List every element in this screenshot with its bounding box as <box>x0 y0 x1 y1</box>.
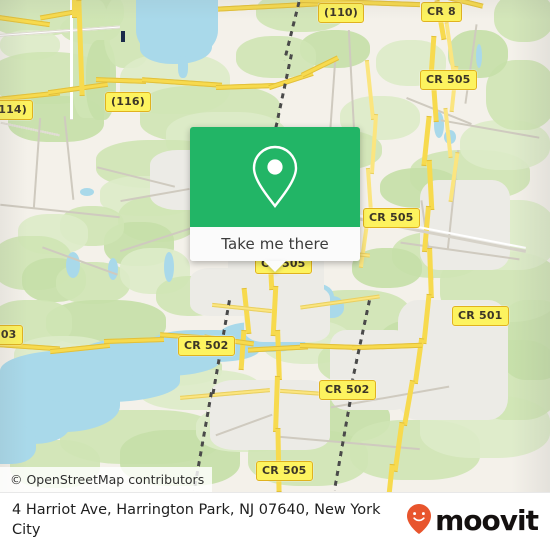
road-shield: CR 505 <box>256 461 313 481</box>
attribution-text: © OpenStreetMap contributors <box>10 472 205 487</box>
address-label: 4 Harriot Ave, Harrington Park, NJ 07640… <box>12 502 381 538</box>
footer-bar: 4 Harriot Ave, Harrington Park, NJ 07640… <box>0 492 550 550</box>
water-stream <box>178 56 188 78</box>
callout-pointer <box>264 261 286 272</box>
map-screenshot: (110) CR 8 CR 505 (116) (114) CR 505 CR … <box>0 0 550 550</box>
moovit-pin-icon <box>406 503 432 540</box>
water-pond <box>164 252 174 282</box>
callout-icon-area <box>190 127 360 227</box>
water-reservoir <box>0 424 36 464</box>
callout-cta[interactable]: Take me there <box>190 227 360 261</box>
road-shield: CR 502 <box>178 336 235 356</box>
road-shield: CR 501 <box>452 306 509 326</box>
road-shield: CR 505 <box>363 208 420 228</box>
water-lake <box>140 30 212 64</box>
road-shield: CR 8 <box>421 2 462 22</box>
map-attribution[interactable]: © OpenStreetMap contributors <box>0 467 213 492</box>
road-shield: CR 503 <box>0 325 23 345</box>
map-pin-icon <box>247 142 303 212</box>
moovit-wordmark: moovit <box>435 504 539 537</box>
road-shield: CR 505 <box>420 70 477 90</box>
location-callout-card[interactable]: Take me there <box>190 127 360 272</box>
footer-divider <box>0 492 550 493</box>
moovit-logo[interactable]: moovit <box>406 503 550 540</box>
water-pond <box>476 44 482 68</box>
road-shield: (110) <box>318 3 365 23</box>
water-pond <box>80 188 94 196</box>
landuse-green <box>494 0 550 42</box>
water-pond <box>108 258 118 280</box>
road-shield: (116) <box>105 92 152 112</box>
map-marker-tick <box>121 31 125 42</box>
road-minor <box>70 0 73 120</box>
callout-cta-label: Take me there <box>221 235 329 253</box>
road-shield: CR 502 <box>319 380 376 400</box>
road-shield: (114) <box>0 100 34 120</box>
